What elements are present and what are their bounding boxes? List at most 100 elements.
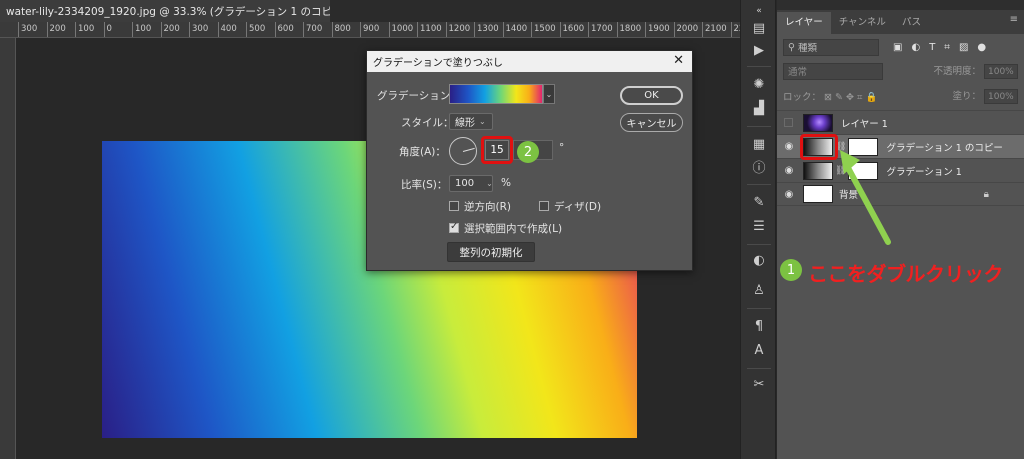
adjustment-icon[interactable]: ✺	[749, 76, 769, 94]
vertical-ruler[interactable]	[0, 38, 16, 459]
paragraph-icon[interactable]: ¶	[749, 318, 769, 336]
lock-row: ロック： ⊠ ✎ ✥ ⌗ 🔒 塗り： 100%	[783, 88, 1018, 105]
layer-filter-select[interactable]: ⚲ 種類	[783, 38, 879, 56]
layer-row[interactable]: ◉ ⛓ グラデーション 1	[777, 158, 1024, 182]
histogram-icon[interactable]: ▟	[749, 100, 769, 118]
blend-row: 通常 不透明度： 100%	[783, 62, 1018, 80]
reverse-checkbox[interactable]	[449, 201, 459, 211]
angle-highlight-box	[481, 136, 513, 164]
step-badge-2: 2	[517, 141, 539, 163]
scale-unit: %	[501, 177, 511, 189]
collapse-icon[interactable]: «	[749, 2, 769, 20]
panel-tab-bar: レイヤー チャンネル パス	[777, 10, 1024, 34]
lock-icon: 🔒︎	[983, 188, 989, 200]
tool-presets-icon[interactable]: ☰	[749, 218, 769, 236]
filter-toggle-icon[interactable]: ●	[977, 42, 986, 53]
ruler-tick-label: 300	[18, 22, 37, 37]
dialog-title: グラデーションで塗りつぶし	[373, 58, 503, 69]
align-checkbox[interactable]	[449, 221, 459, 233]
layer-row[interactable]: ◉ 背景 🔒︎	[777, 182, 1024, 206]
chevron-down-icon: ⌄	[479, 117, 486, 126]
type-filter-icon[interactable]: T	[929, 42, 935, 53]
ruler-tick-label: 1800	[616, 22, 641, 37]
play-icon[interactable]: ▶	[749, 42, 769, 60]
ruler-tick-label: 800	[331, 22, 351, 37]
panel-tab[interactable]: パス	[894, 12, 929, 34]
menu-icon[interactable]: ≡	[1010, 14, 1018, 25]
adjustment-filter-icon[interactable]: ◐	[911, 42, 920, 53]
ruler-tick-label: 1400	[502, 22, 527, 37]
visibility-toggle[interactable]	[784, 118, 793, 127]
ruler-tick-label: 100	[132, 22, 151, 37]
blend-mode-select[interactable]: 通常	[783, 62, 883, 80]
close-icon[interactable]: ✕	[673, 53, 684, 68]
opacity-label: 不透明度：	[933, 65, 981, 77]
ruler-tick-label: 200	[46, 22, 66, 37]
lock-artboard-icon[interactable]: ⌗	[857, 92, 862, 103]
angle-dial[interactable]	[449, 137, 477, 165]
ruler-tick-label: 600	[274, 22, 294, 37]
horizontal-ruler[interactable]: 300 200 100 0 100 200 300 400 500 600 700 800 900 100…	[0, 22, 740, 38]
ruler-tick-label: 1300	[474, 22, 499, 37]
ok-button[interactable]: OK	[620, 86, 683, 105]
panel-icon-strip: « ▤ ▶ ✺ ▟ ▦ ⓘ ✎ ☰ ◐ ♙ ¶ A ✂	[740, 0, 776, 459]
shape-filter-icon[interactable]: ⌗	[944, 42, 950, 53]
lock-position-icon[interactable]: ✥	[846, 92, 854, 103]
layer-thumbnail	[803, 113, 833, 132]
angle-label: 角度(A)：	[399, 146, 446, 158]
opacity-input[interactable]: 100%	[984, 64, 1018, 80]
chevron-down-icon[interactable]: ⌄	[543, 84, 555, 104]
smart-object-filter-icon[interactable]: ▨	[959, 42, 968, 53]
ruler-tick-label: 400	[217, 22, 237, 37]
clone-source-icon[interactable]: ◐	[749, 252, 769, 270]
step-badge-1: 1	[780, 259, 802, 281]
layer-name: グラデーション 1 のコピー	[886, 142, 1003, 154]
style-select[interactable]: 線形 ⌄	[449, 113, 493, 130]
arrow-annotation	[840, 150, 891, 245]
image-filter-icon[interactable]: ▣	[893, 42, 902, 53]
dialog-title-bar[interactable]: グラデーションで塗りつぶし ✕	[367, 51, 692, 72]
ruler-tick-label: 1200	[445, 22, 470, 37]
panel-tab[interactable]: レイヤー	[777, 12, 831, 34]
ruler-tick-label: 2000	[673, 22, 698, 37]
style-value: 線形	[455, 118, 475, 129]
eye-icon[interactable]: ◉	[780, 165, 798, 176]
lock-paint-icon[interactable]: ✎	[835, 92, 843, 103]
layer-row[interactable]: レイヤー 1	[777, 110, 1024, 134]
gradient-fill-thumbnail[interactable]	[803, 161, 833, 180]
eye-icon[interactable]: ◉	[780, 141, 798, 152]
ruler-tick-label: 1600	[559, 22, 584, 37]
dither-checkbox[interactable]	[539, 201, 549, 211]
lock-transparent-icon[interactable]: ⊠	[824, 92, 832, 103]
reverse-label: 逆方向(R)	[464, 201, 511, 213]
brush-settings-icon[interactable]: ✎	[749, 194, 769, 212]
character-icon[interactable]: A	[749, 342, 769, 360]
fill-input[interactable]: 100%	[984, 89, 1018, 105]
search-icon: ⚲	[788, 41, 798, 53]
tab-bar-empty	[330, 0, 740, 22]
ruler-tick-label: 1700	[588, 22, 613, 37]
stamp-icon[interactable]: ♙	[749, 282, 769, 300]
properties-icon[interactable]: ▦	[749, 136, 769, 154]
dither-label: ディザ(D)	[554, 201, 602, 213]
info-icon[interactable]: ⓘ	[749, 160, 769, 178]
ruler-tick-label: 100	[75, 22, 94, 37]
lock-all-icon[interactable]: 🔒	[865, 92, 877, 103]
ruler-tick-label: 2100	[702, 22, 727, 37]
panel-tab[interactable]: チャンネル	[831, 12, 894, 34]
history-icon[interactable]: ▤	[749, 20, 769, 38]
layer-filter-row: ⚲ 種類 ▣ ◐ T ⌗ ▨ ●	[783, 38, 1018, 56]
chevron-down-icon: ⌄	[486, 179, 493, 188]
eye-icon[interactable]: ◉	[780, 189, 798, 200]
cancel-button[interactable]: キャンセル	[620, 113, 683, 132]
tools-icon[interactable]: ✂	[749, 376, 769, 394]
reset-alignment-button[interactable]: 整列の初期化	[447, 242, 535, 262]
ruler-tick-label: 300	[189, 22, 208, 37]
thumbnail-highlight-box	[800, 134, 838, 160]
layer-thumbnail	[803, 185, 833, 203]
instruction-text: ここをダブルクリック	[808, 262, 1004, 286]
scale-input[interactable]: 100 ⌄	[449, 175, 493, 192]
scale-label: 比率(S)：	[401, 179, 448, 191]
gradient-swatch[interactable]	[449, 84, 543, 104]
ruler-tick-label: 1100	[417, 22, 442, 37]
